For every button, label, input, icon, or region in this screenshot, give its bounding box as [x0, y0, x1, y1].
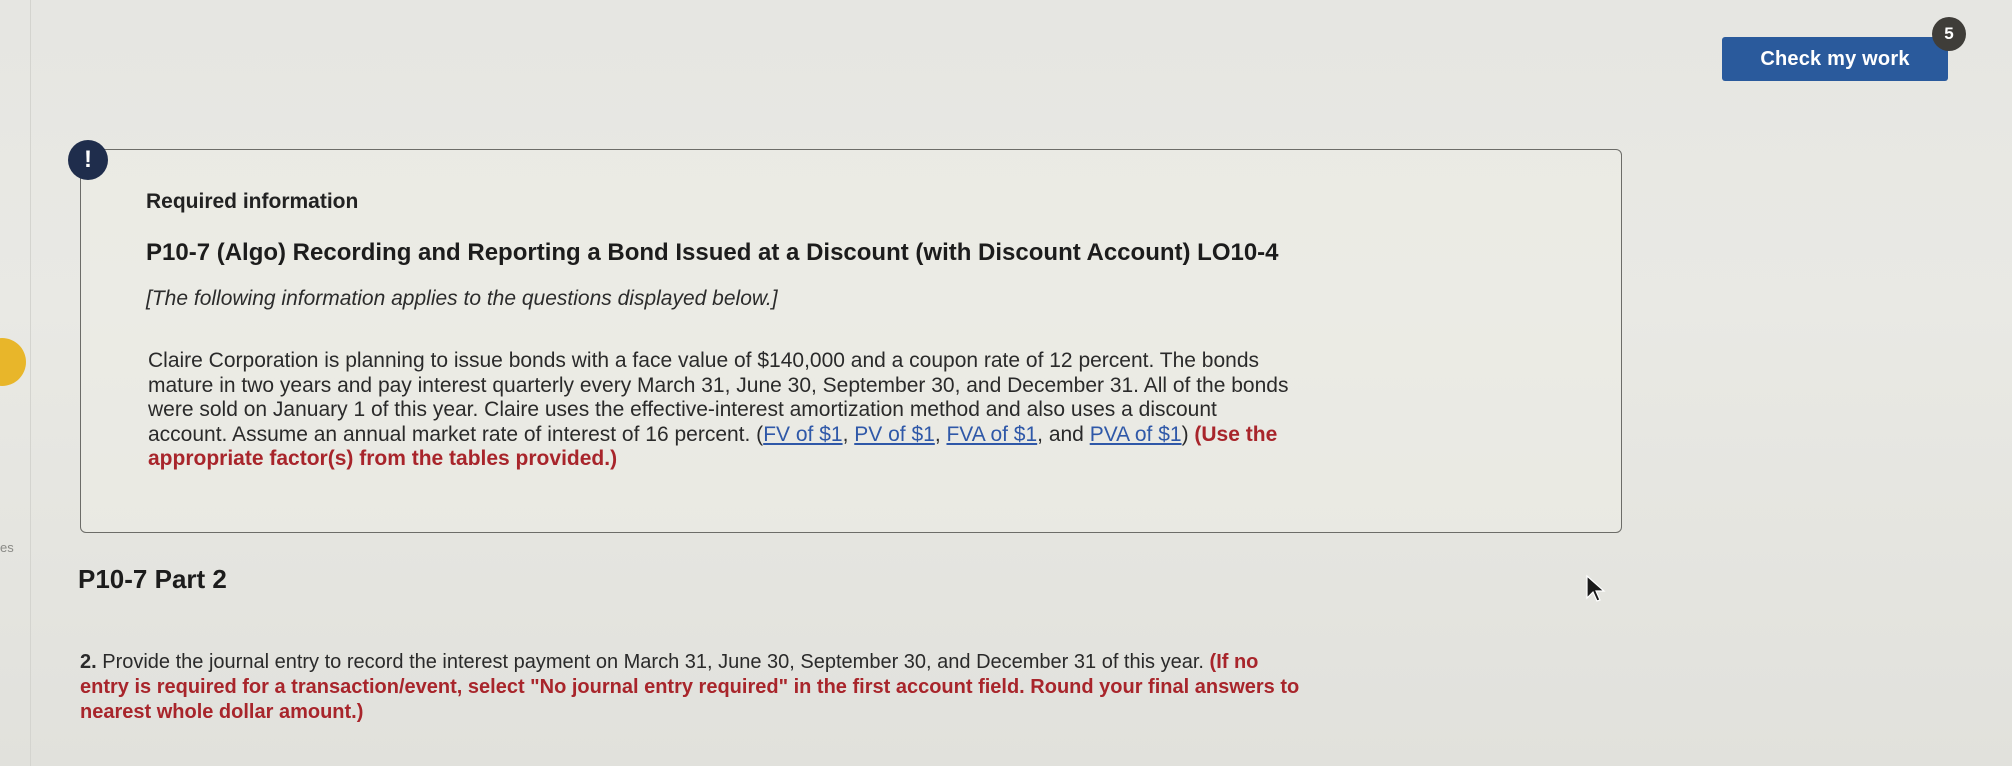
applies-note: [The following information applies to th… — [146, 287, 778, 310]
question-line: 2. Provide the journal entry to record t… — [80, 650, 1640, 675]
description-line-text: account. Assume an annual market rate of… — [148, 422, 764, 446]
question-instruction: nearest whole dollar amount.) — [80, 701, 364, 723]
description-line-with-links: account. Assume an annual market rate of… — [148, 423, 1568, 448]
separator: , — [934, 422, 947, 446]
check-attempts-badge: 5 — [1932, 17, 1966, 51]
fva-of-1-link[interactable]: FVA of $1 — [946, 423, 1037, 446]
description-line: were sold on January 1 of this year. Cla… — [148, 398, 1217, 421]
question-text: 2. Provide the journal entry to record t… — [80, 650, 1640, 725]
instruction-text: appropriate factor(s) from the tables pr… — [148, 447, 618, 470]
separator: , — [842, 422, 855, 446]
question-instruction: entry is required for a transaction/even… — [80, 676, 1300, 698]
fv-of-1-link[interactable]: FV of $1 — [763, 423, 842, 446]
required-information-heading: Required information — [146, 190, 359, 213]
separator: ) — [1181, 422, 1195, 446]
problem-description: Claire Corporation is planning to issue … — [148, 349, 1568, 472]
pva-of-1-link[interactable]: PVA of $1 — [1090, 423, 1182, 446]
description-line: mature in two years and pay interest qua… — [148, 373, 1289, 397]
pv-of-1-link[interactable]: PV of $1 — [854, 423, 935, 446]
instruction-text: (Use the — [1194, 422, 1278, 446]
separator: , and — [1037, 422, 1090, 446]
part-title: P10-7 Part 2 — [78, 564, 227, 594]
check-my-work-button[interactable]: Check my work — [1722, 37, 1948, 81]
alert-icon: ! — [68, 140, 108, 180]
description-line: Claire Corporation is planning to issue … — [148, 349, 1260, 372]
problem-title: P10-7 (Algo) Recording and Reporting a B… — [146, 239, 1279, 266]
mouse-pointer-icon — [1586, 574, 1606, 602]
question-instruction: (If no — [1209, 651, 1259, 673]
question-number: 2. — [80, 651, 97, 673]
gutter-fragment-text: es — [0, 540, 14, 555]
question-prompt: Provide the journal entry to record the … — [96, 651, 1210, 673]
